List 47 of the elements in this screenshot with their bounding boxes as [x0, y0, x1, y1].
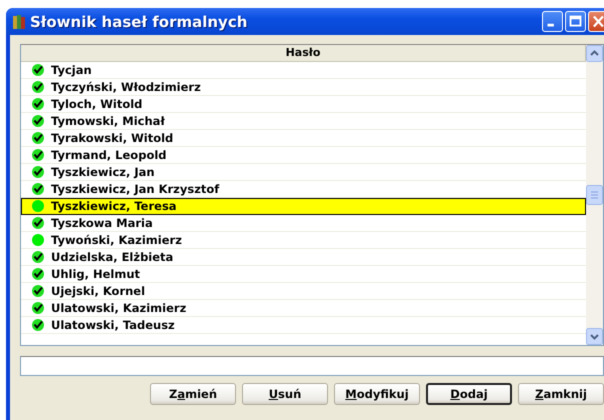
entry-text: Tycjan [51, 63, 92, 77]
dialog-button[interactable]: Zamień [150, 383, 236, 405]
entry-text: Ujejski, Kornel [51, 284, 146, 298]
entry-text: Tymowski, Michał [51, 114, 165, 128]
books-icon [12, 14, 26, 30]
column-header[interactable]: Hasło [21, 45, 586, 62]
list-row[interactable]: Tyszkowa Maria [21, 215, 586, 232]
minimize-button[interactable] [542, 11, 563, 32]
maximize-button[interactable] [565, 11, 586, 32]
entry-text: Tyszkiewicz, Jan [51, 165, 155, 179]
list-row[interactable]: Tycjan [21, 62, 586, 79]
entry-text: Tyrmand, Leopold [51, 148, 167, 162]
dialog-button[interactable]: Modyfikuj [334, 383, 420, 405]
close-button[interactable] [588, 11, 604, 32]
list-row[interactable]: Tyrmand, Leopold [21, 147, 586, 164]
scroll-up-button[interactable] [586, 45, 603, 62]
entry-text: Ulatowski, Tadeusz [51, 318, 175, 332]
list-row[interactable]: Tymowski, Michał [21, 113, 586, 130]
entry-text: Udzielska, Elżbieta [51, 250, 174, 264]
list-row[interactable]: Tyczyński, Włodzimierz [21, 79, 586, 96]
list-row[interactable]: Tyszkiewicz, Teresa [21, 198, 586, 215]
dialog-button[interactable]: Zamknij [518, 383, 604, 405]
entry-text: Tyszkowa Maria [51, 216, 153, 230]
list-row[interactable]: Tyszkiewicz, Jan [21, 164, 586, 181]
dialog-button[interactable]: Dodaj [426, 383, 512, 405]
entry-text: Tywoński, Kazimierz [51, 233, 182, 247]
list-row[interactable]: Ujejski, Kornel [21, 283, 586, 300]
entry-text: Ulatowski, Kazimierz [51, 301, 186, 315]
scrollbar[interactable] [586, 45, 603, 345]
list-row[interactable]: Uhlig, Helmut [21, 266, 586, 283]
entry-text: Tyrakowski, Witold [51, 131, 174, 145]
list-row[interactable]: Tywoński, Kazimierz [21, 232, 586, 249]
entry-text: Uhlig, Helmut [51, 267, 140, 281]
entry-text: Tyczyński, Włodzimierz [51, 80, 201, 94]
entry-text: Tyszkiewicz, Teresa [51, 199, 177, 213]
scroll-thumb[interactable] [586, 185, 603, 205]
list-row[interactable]: Ulatowski, Kazimierz [21, 300, 586, 317]
list-row[interactable]: Tyloch, Witold [21, 96, 586, 113]
input-field[interactable] [20, 356, 604, 376]
scroll-down-button[interactable] [586, 328, 603, 345]
entry-text: Tyloch, Witold [51, 97, 142, 111]
list-row[interactable]: Ulatowski, Tadeusz [21, 317, 586, 334]
entry-text: Tyszkiewicz, Jan Krzysztof [51, 182, 220, 196]
window-title: Słownik haseł formalnych [30, 12, 248, 30]
list-row[interactable]: Udzielska, Elżbieta [21, 249, 586, 266]
dialog-button[interactable]: Usuń [242, 383, 328, 405]
list-row[interactable]: Tyrakowski, Witold [21, 130, 586, 147]
